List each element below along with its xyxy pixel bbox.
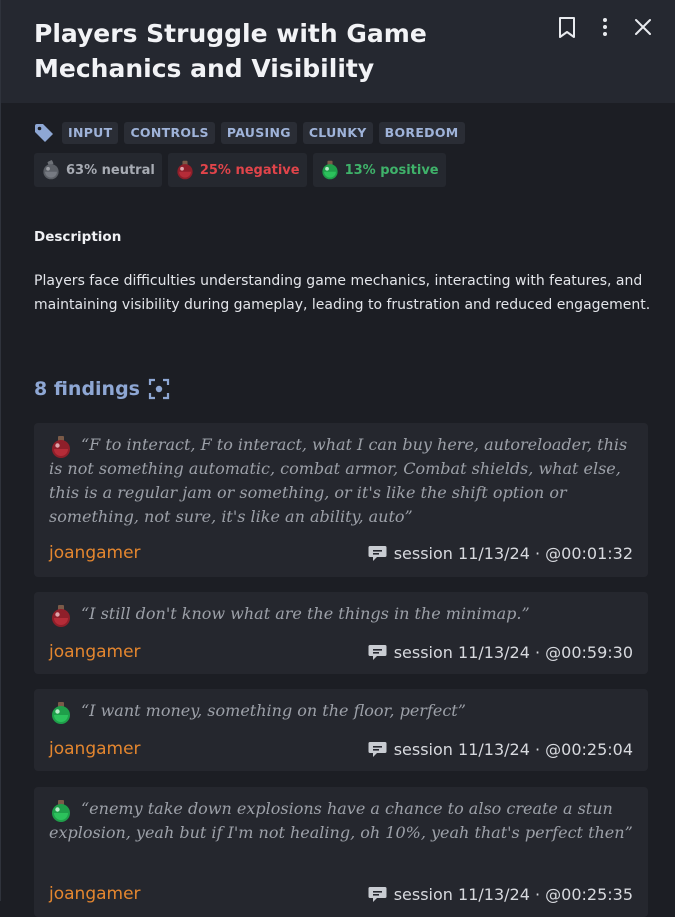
finding-author[interactable]: joangamer (49, 543, 141, 563)
more-vertical-icon[interactable] (593, 15, 617, 39)
finding-quote-text: “enemy take down explosions have a chanc… (49, 799, 633, 842)
chat-bubble-icon (368, 545, 387, 562)
findings-count: 8 findings (34, 378, 140, 400)
finding-author[interactable]: joangamer (49, 884, 141, 904)
negative-potion-icon (174, 159, 196, 181)
focus-scan-icon[interactable] (148, 378, 170, 400)
finding-quote-text: “I still don't know what are the things … (81, 604, 530, 623)
chat-bubble-icon (368, 741, 387, 758)
sentiment-neutral-badge[interactable]: 63% neutral (34, 153, 162, 187)
chat-bubble-icon (368, 886, 387, 903)
tag-list: INPUT CONTROLS PAUSING CLUNKY BOREDOM (34, 122, 465, 144)
bookmark-icon[interactable] (555, 15, 579, 39)
sentiment-negative-label: 25% negative (199, 162, 300, 178)
finding-session-text: session 11/13/24 · @00:25:04 (393, 740, 633, 759)
positive-potion-icon (319, 159, 341, 181)
sentiment-neutral-label: 63% neutral (66, 162, 155, 178)
finding-author[interactable]: joangamer (49, 739, 141, 759)
finding-session-text: session 11/13/24 · @00:25:35 (393, 885, 633, 904)
finding-session[interactable]: session 11/13/24 · @00:01:32 (368, 544, 633, 563)
sentiment-negative-badge[interactable]: 25% negative (167, 153, 307, 187)
finding-author[interactable]: joangamer (49, 642, 141, 662)
tag-chip[interactable]: BOREDOM (378, 122, 465, 144)
finding-quote: “enemy take down explosions have a chanc… (49, 797, 634, 845)
finding-quote: “I still don't know what are the things … (49, 602, 634, 626)
neutral-potion-icon (40, 159, 62, 181)
finding-card[interactable]: “enemy take down explosions have a chanc… (34, 787, 648, 917)
tag-chip[interactable]: CONTROLS (124, 122, 215, 144)
header-actions (555, 15, 655, 39)
page-title: Players Struggle with Game Mechanics and… (34, 19, 427, 83)
finding-quote-text: “I want money, something on the floor, p… (81, 701, 466, 720)
issue-header: Players Struggle with Game Mechanics and… (0, 0, 675, 103)
finding-session[interactable]: session 11/13/24 · @00:59:30 (368, 643, 633, 662)
tag-icon (35, 124, 53, 142)
finding-card[interactable]: “I still don't know what are the things … (34, 592, 648, 674)
sentiment-breakdown: 63% neutral 25% negative 13% positive (34, 153, 446, 187)
finding-session-text: session 11/13/24 · @00:59:30 (393, 643, 633, 662)
finding-quote-text: “F to interact, F to interact, what I ca… (49, 435, 628, 526)
close-icon[interactable] (631, 15, 655, 39)
tag-chip[interactable]: CLUNKY (302, 122, 373, 144)
finding-quote: “I want money, something on the floor, p… (49, 699, 634, 723)
finding-quote: “F to interact, F to interact, what I ca… (49, 433, 634, 529)
description-heading: Description (34, 229, 122, 245)
sentiment-positive-badge[interactable]: 13% positive (312, 153, 446, 187)
positive-potion-icon (48, 700, 74, 726)
tag-chip[interactable]: INPUT (62, 122, 119, 144)
findings-header: 8 findings (34, 378, 170, 400)
finding-card[interactable]: “I want money, something on the floor, p… (34, 689, 648, 771)
chat-bubble-icon (368, 644, 387, 661)
finding-session-text: session 11/13/24 · @00:01:32 (393, 544, 633, 563)
finding-card[interactable]: “F to interact, F to interact, what I ca… (34, 423, 648, 577)
positive-potion-icon (48, 798, 74, 824)
finding-session[interactable]: session 11/13/24 · @00:25:04 (368, 740, 633, 759)
issue-body: INPUT CONTROLS PAUSING CLUNKY BOREDOM 63… (0, 103, 675, 917)
description-text: Players face difficulties understanding … (34, 273, 651, 313)
sentiment-positive-label: 13% positive (344, 162, 439, 178)
negative-potion-icon (48, 434, 74, 460)
tag-chip[interactable]: PAUSING (220, 122, 297, 144)
negative-potion-icon (48, 603, 74, 629)
finding-session[interactable]: session 11/13/24 · @00:25:35 (368, 885, 633, 904)
